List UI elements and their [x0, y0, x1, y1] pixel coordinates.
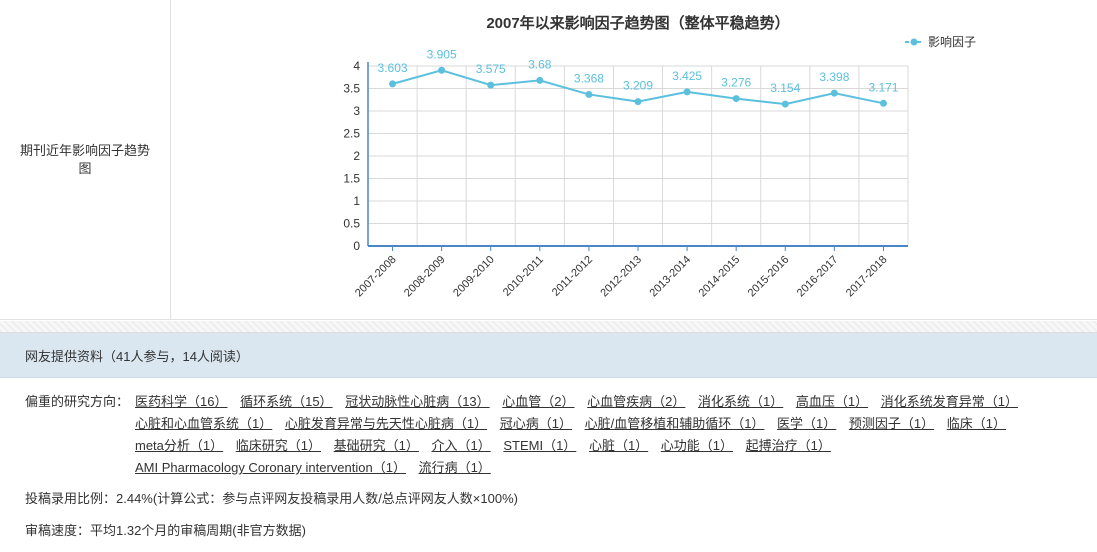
- x-tick-label: 2007-2008: [353, 254, 399, 300]
- research-direction-tag[interactable]: 心脏（1）: [589, 438, 648, 453]
- research-direction-tag[interactable]: 冠状动脉性心脏病（13）: [345, 394, 489, 409]
- research-direction-tag[interactable]: 预测因子（1）: [849, 416, 934, 431]
- research-direction-tag[interactable]: 心脏/血管移植和辅助循环（1）: [585, 416, 765, 431]
- review-speed: 审稿速度：平均1.32个月的审稿周期(非官方数据): [25, 523, 306, 538]
- impact-factor-chart: 2007年以来影响因子趋势图（整体平稳趋势） 影响因子 0 0.5 1 1.5 2 2.5 3 3…: [172, 0, 1097, 320]
- data-point: [487, 81, 495, 89]
- y-tick-label: 0: [353, 239, 360, 253]
- x-tick-label: 2010-2011: [501, 254, 546, 299]
- research-direction-tag[interactable]: 消化系统发育异常（1）: [881, 394, 1018, 409]
- data-label: 3.905: [427, 47, 457, 61]
- y-tick-label: 1.5: [343, 172, 360, 186]
- y-tick-label: 2: [353, 149, 360, 163]
- community-header-text: 网友提供资料（41人参与，14人阅读）: [25, 348, 249, 364]
- data-label: 3.368: [574, 71, 604, 85]
- research-direction-tag[interactable]: 临床研究（1）: [236, 438, 321, 453]
- x-tick-label: 2017-2018: [844, 254, 890, 300]
- x-tick-label: 2008-2009: [402, 254, 448, 300]
- legend-label: 影响因子: [928, 34, 976, 49]
- data-point: [585, 90, 593, 98]
- data-point: [389, 80, 397, 88]
- research-direction-tag[interactable]: 介入（1）: [431, 438, 490, 453]
- community-section-header: 网友提供资料（41人参与，14人阅读）: [0, 333, 1097, 378]
- x-tick-label: 2015-2016: [746, 254, 792, 300]
- y-tick-label: 3: [353, 104, 360, 118]
- data-point: [634, 98, 642, 106]
- trend-row-label: 期刊近年影响因子趋势图: [0, 0, 171, 320]
- research-direction-tag[interactable]: 心脏发育异常与先天性心脏病（1）: [285, 416, 487, 431]
- x-tick-label: 2009-2010: [451, 254, 497, 300]
- research-direction-tag[interactable]: 循环系统（15）: [240, 394, 332, 409]
- research-direction-tag[interactable]: 心血管疾病（2）: [587, 394, 685, 409]
- research-direction-tag[interactable]: 医学（1）: [777, 416, 836, 431]
- research-directions-label: 偏重的研究方向：: [25, 394, 130, 409]
- chart-title: 2007年以来影响因子趋势图（整体平稳趋势）: [486, 14, 789, 32]
- data-point: [879, 99, 887, 107]
- data-point: [830, 89, 838, 97]
- research-direction-tag[interactable]: 冠心病（1）: [500, 416, 572, 431]
- data-point: [732, 95, 740, 103]
- data-label: 3.171: [868, 80, 898, 94]
- legend-marker-icon: [910, 38, 918, 46]
- research-direction-tag[interactable]: 医药科学（16）: [135, 394, 227, 409]
- impact-factor-trend-row: 期刊近年影响因子趋势图 2007年以来影响因子趋势图（整体平稳趋势） 影响因子 0 0…: [0, 0, 1097, 320]
- y-tick-label: 0.5: [343, 217, 360, 231]
- data-label: 3.398: [819, 70, 849, 84]
- chart-svg: 2007年以来影响因子趋势图（整体平稳趋势） 影响因子 0 0.5 1 1.5 2 2.5 3 3…: [343, 14, 976, 300]
- acceptance-ratio: 投稿录用比例：2.44%(计算公式：参与点评网友投稿录用人数/总点评网友人数×1…: [25, 491, 518, 506]
- research-direction-tag[interactable]: 基础研究（1）: [334, 438, 419, 453]
- research-direction-tag[interactable]: meta分析（1）: [135, 438, 223, 453]
- research-direction-tag[interactable]: STEMI（1）: [503, 438, 576, 453]
- data-label: 3.425: [672, 69, 702, 83]
- data-label: 3.154: [770, 81, 800, 95]
- research-direction-tag[interactable]: 心脏和心血管系统（1）: [135, 416, 272, 431]
- research-direction-tag[interactable]: 起搏治疗（1）: [746, 438, 831, 453]
- x-tick-label: 2013-2014: [648, 254, 694, 300]
- x-tick-label: 2011-2012: [550, 254, 595, 299]
- research-direction-tag[interactable]: 流行病（1）: [419, 460, 491, 475]
- y-tick-label: 1: [353, 194, 360, 208]
- research-direction-tag[interactable]: 高血压（1）: [796, 394, 868, 409]
- y-tick-label: 2.5: [343, 127, 360, 141]
- data-label: 3.575: [476, 62, 506, 76]
- research-direction-tags: 医药科学（16） 循环系统（15） 冠状动脉性心脏病（13） 心血管（2） 心血…: [135, 391, 1085, 479]
- data-point: [536, 76, 544, 84]
- research-direction-tag[interactable]: AMI Pharmacology Coronary intervention（1…: [135, 460, 406, 475]
- y-tick-label: 4: [353, 59, 360, 73]
- data-label: 3.209: [623, 79, 653, 93]
- data-point: [781, 100, 789, 108]
- data-point: [683, 88, 691, 96]
- research-direction-tag[interactable]: 临床（1）: [947, 416, 1006, 431]
- y-tick-label: 3.5: [343, 82, 360, 96]
- x-tick-label: 2012-2013: [598, 254, 644, 300]
- research-direction-tag[interactable]: 心血管（2）: [502, 394, 574, 409]
- x-tick-label: 2016-2017: [795, 254, 841, 300]
- data-point: [438, 66, 446, 74]
- research-direction-tag[interactable]: 消化系统（1）: [698, 394, 783, 409]
- divider-strip: [0, 321, 1097, 333]
- research-direction-tag[interactable]: 心功能（1）: [661, 438, 733, 453]
- data-label: 3.276: [721, 76, 751, 90]
- data-label: 3.603: [378, 61, 408, 75]
- data-label: 3.68: [528, 57, 552, 71]
- x-tick-label: 2014-2015: [697, 254, 743, 300]
